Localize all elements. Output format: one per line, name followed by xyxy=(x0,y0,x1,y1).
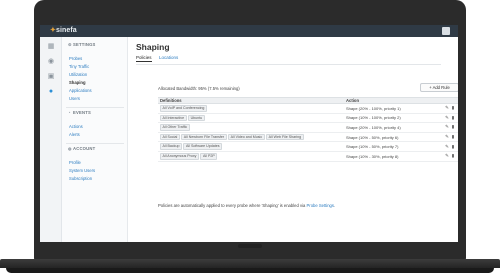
definition-tag: All P2P xyxy=(200,153,218,160)
sidebar-item-tiny-traffic[interactable]: Tiny Traffic xyxy=(69,64,89,69)
delete-icon[interactable]: ▮ xyxy=(450,144,456,150)
definition-tag: All Anonymous Proxy xyxy=(160,153,199,160)
action-cell: Shape (10% - 100%, priority 2) xyxy=(344,113,430,124)
laptop-base-top xyxy=(0,259,500,268)
delete-icon[interactable]: ▮ xyxy=(450,115,456,121)
sidebar-section-settings: ⚙SETTINGS xyxy=(68,42,96,47)
icon-rail: ▦ ◉ ▣ ● xyxy=(40,37,62,242)
definitions-cell: All VoIP and Conferencing xyxy=(158,103,344,114)
sidebar-section-label: EVENTS xyxy=(73,110,91,115)
definitions-cell: All Social All Newborn File Transfer All V… xyxy=(158,132,344,143)
page-title: Shaping xyxy=(136,42,170,52)
definition-tag: All Social xyxy=(160,133,180,141)
sidebar-item-actions[interactable]: Actions xyxy=(69,124,83,129)
action-cell: Shape (10% - 30%, priority 8) xyxy=(344,151,430,162)
top-bar: ✦sinefa xyxy=(40,25,458,37)
table-row[interactable]: All Social All Newborn File Transfer All V… xyxy=(158,132,458,143)
sidebar-section-label: SETTINGS xyxy=(73,42,96,47)
policies-footnote: Policies are automatically applied to ev… xyxy=(158,203,335,208)
action-cell: Shape (10% - 50%, priority 6) xyxy=(344,132,430,143)
sidebar-item-system-users[interactable]: System Users xyxy=(69,168,95,173)
table-row[interactable]: All Other Traffic Shape (20% - 100%, pri… xyxy=(158,122,458,133)
app-logo[interactable]: ✦sinefa xyxy=(50,26,77,36)
globe-icon[interactable]: ◉ xyxy=(47,58,55,66)
definition-tag: All VoIP and Conferencing xyxy=(160,105,207,112)
laptop-notch xyxy=(238,244,262,248)
user-avatar[interactable] xyxy=(442,27,450,35)
delete-icon[interactable]: ▮ xyxy=(450,153,456,159)
tab-locations[interactable]: Locations xyxy=(159,55,178,61)
definitions-cell: All Interactive Ubuntu xyxy=(158,113,344,124)
allocated-bandwidth: Allocated Bandwidth: 95% (7.5% remaining… xyxy=(158,86,240,91)
sidebar-item-profile[interactable]: Profile xyxy=(69,160,81,165)
table-row[interactable]: All Anonymous Proxy All P2P Shape (10% - … xyxy=(158,151,458,162)
sidebar-item-shaping[interactable]: Shaping xyxy=(69,80,86,85)
probe-settings-link[interactable]: Probe Settings xyxy=(307,203,334,208)
definitions-cell: All Other Traffic xyxy=(158,122,344,133)
grid-icon[interactable]: ▦ xyxy=(47,43,55,51)
sidebar-item-subscription[interactable]: Subscription xyxy=(69,176,92,181)
definitions-cell: All Backup All Software Updates xyxy=(158,141,344,152)
action-cell: Shape (20% - 100%, priority 4) xyxy=(344,122,430,133)
laptop-base-bottom xyxy=(6,268,494,273)
sidebar-section-label: ACCOUNT xyxy=(73,146,96,151)
sidebar-section-account: ◍ACCOUNT xyxy=(68,146,95,151)
row-tools: ✎ ▮ xyxy=(430,132,458,143)
tab-divider xyxy=(136,64,441,65)
sidebar-divider xyxy=(66,107,124,108)
logo-text: sinefa xyxy=(55,27,77,34)
definitions-cell: All Anonymous Proxy All P2P xyxy=(158,151,344,162)
definition-tag: All Backup xyxy=(160,143,182,150)
main-content: Shaping Policies Locations Allocated Ban… xyxy=(128,37,458,242)
action-cell: Shape (20% - 100%, priority 1) xyxy=(344,103,430,114)
table-row[interactable]: All Interactive Ubuntu Shape (10% - 100%,… xyxy=(158,113,458,124)
settings-icon[interactable]: ● xyxy=(47,88,55,96)
table-row[interactable]: All Backup All Software Updates Shape (10… xyxy=(158,141,458,152)
row-tools: ✎ ▮ xyxy=(430,113,458,124)
action-cell: Shape (10% - 50%, priority 7) xyxy=(344,141,430,152)
row-tools: ✎ ▮ xyxy=(430,103,458,114)
delete-icon[interactable]: ▮ xyxy=(450,124,456,130)
sidebar-section-events: ◔ EVENTS xyxy=(68,110,91,115)
sidebar-item-utilization[interactable]: Utilization xyxy=(69,72,87,77)
screen: ✦sinefa ▦ ◉ ▣ ● ⚙SETTINGS Probes Tiny Tr… xyxy=(40,25,458,242)
table-row[interactable]: All VoIP and Conferencing Shape (20% - 1… xyxy=(158,103,458,114)
tab-policies[interactable]: Policies xyxy=(136,55,152,62)
sidebar-item-alerts[interactable]: Alerts xyxy=(69,132,80,137)
sidebar-item-applications[interactable]: Applications xyxy=(69,88,92,93)
definition-tag: All Web File Sharing xyxy=(266,133,304,141)
footnote-suffix: . xyxy=(333,203,336,208)
add-rule-button[interactable]: + Add Rule xyxy=(420,83,458,92)
definition-tag: Ubuntu xyxy=(188,114,205,122)
delete-icon[interactable]: ▮ xyxy=(450,105,456,111)
laptop-base xyxy=(0,259,500,275)
footnote-text: Policies are automatically applied to ev… xyxy=(158,203,306,208)
definition-tag: All Video and Music xyxy=(228,133,265,141)
definition-tag: All Other Traffic xyxy=(160,124,190,131)
sidebar-item-users[interactable]: Users xyxy=(69,96,80,101)
row-tools: ✎ ▮ xyxy=(430,151,458,162)
row-tools: ✎ ▮ xyxy=(430,141,458,152)
definition-tag: All Interactive xyxy=(160,114,187,122)
row-tools: ✎ ▮ xyxy=(430,122,458,133)
sidebar-item-probes[interactable]: Probes xyxy=(69,56,82,61)
sidebar: ⚙SETTINGS Probes Tiny Traffic Utilizatio… xyxy=(62,37,128,242)
box-icon[interactable]: ▣ xyxy=(47,73,55,81)
definition-tag: All Newborn File Transfer xyxy=(181,133,227,141)
rules-table: Definitions Action All VoIP and Conferen… xyxy=(158,97,458,162)
definition-tag: All Software Updates xyxy=(183,143,223,150)
delete-icon[interactable]: ▮ xyxy=(450,134,456,140)
sidebar-divider xyxy=(66,143,124,144)
